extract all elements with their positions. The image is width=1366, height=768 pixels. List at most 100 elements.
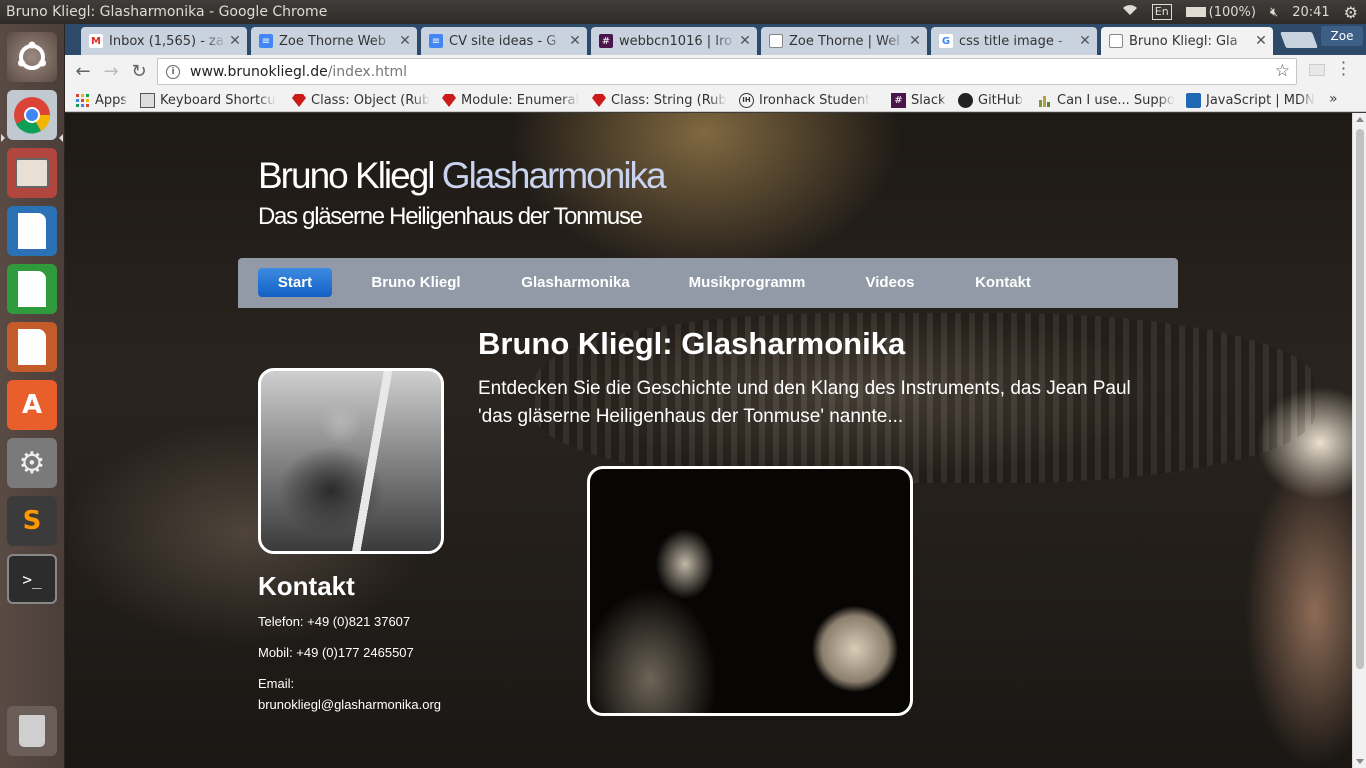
- tab-google-search[interactable]: G css title image - ✕: [931, 27, 1097, 55]
- close-icon[interactable]: ✕: [1077, 33, 1093, 49]
- site-title[interactable]: Bruno Kliegl Glasharmonika: [258, 155, 667, 197]
- libreoffice-impress-icon[interactable]: [7, 322, 57, 372]
- bookmark-label: Apps: [95, 92, 128, 108]
- bookmark-ruby-string[interactable]: Class: String (Rub: [591, 91, 731, 109]
- more-bookmarks-chevron-icon[interactable]: »: [1329, 91, 1338, 107]
- forward-arrow-icon[interactable]: →: [97, 58, 125, 86]
- settings-gear-icon[interactable]: ⚙: [1344, 3, 1358, 22]
- contact-email[interactable]: brunokliegl@glasharmonika.org: [258, 697, 441, 712]
- profile-button[interactable]: Zoe: [1321, 26, 1363, 46]
- nav-glasharmonika[interactable]: Glasharmonika: [518, 268, 633, 297]
- bookmark-label: Slack: [911, 92, 946, 108]
- tab-docs-2[interactable]: ≡ CV site ideas - G ✕: [421, 27, 587, 55]
- trash-icon[interactable]: [7, 706, 57, 756]
- chrome-icon[interactable]: [7, 90, 57, 140]
- bookmark-label: Can I use... Suppo: [1057, 92, 1175, 108]
- scroll-down-arrow-icon[interactable]: [1356, 759, 1364, 764]
- close-icon[interactable]: ✕: [1253, 33, 1269, 49]
- page-heading: Bruno Kliegl: Glasharmonika: [478, 326, 906, 361]
- bookmark-label: JavaScript | MDN: [1206, 92, 1315, 108]
- close-icon[interactable]: ✕: [227, 33, 243, 49]
- battery-percent: (100%): [1208, 4, 1256, 20]
- bookmark-mdn[interactable]: JavaScript | MDN: [1186, 91, 1326, 109]
- nav-start[interactable]: Start: [258, 268, 332, 297]
- site-title-name: Bruno Kliegl: [258, 155, 442, 196]
- tab-label: Zoe Thorne | Wel: [789, 33, 900, 49]
- docs-icon: ≡: [259, 34, 273, 48]
- clock[interactable]: 20:41: [1292, 5, 1329, 20]
- bookmark-label: GitHub: [978, 92, 1024, 108]
- contact-phone: Telefon: +49 (0)821 37607: [258, 614, 411, 629]
- ubuntu-top-panel: Bruno Kliegl: Glasharmonika - Google Chr…: [0, 0, 1366, 24]
- google-icon: G: [939, 34, 953, 48]
- libreoffice-calc-icon[interactable]: [7, 264, 57, 314]
- terminal-icon[interactable]: >_: [7, 554, 57, 604]
- extension-icon[interactable]: [1309, 64, 1325, 76]
- contact-heading: Kontakt: [258, 571, 355, 601]
- bookmark-apps[interactable]: Apps: [75, 91, 135, 109]
- chrome-menu-icon[interactable]: · · ·: [1341, 55, 1346, 83]
- keyboard-layout-indicator[interactable]: En: [1151, 4, 1172, 20]
- browser-toolbar: ← → ↻ i www.brunokliegl.de/index.html ☆: [65, 55, 1366, 88]
- ubuntu-software-icon[interactable]: A: [7, 380, 57, 430]
- new-tab-button[interactable]: [1280, 32, 1318, 48]
- system-settings-icon[interactable]: ⚙: [7, 438, 57, 488]
- url-host: www.brunokliegl.de: [190, 63, 328, 80]
- chrome-window: M Inbox (1,565) - za ✕ ≡ Zoe Thorne Web …: [65, 24, 1366, 768]
- bookmark-keyboard-shortcuts[interactable]: Keyboard Shortcu: [140, 91, 282, 109]
- bookmark-slack[interactable]: # Slack: [891, 91, 951, 109]
- apps-grid-icon: [75, 93, 90, 108]
- mdn-icon: [1186, 92, 1201, 108]
- slack-icon: #: [599, 34, 613, 48]
- bookmark-ruby-object[interactable]: Class: Object (Rub: [291, 91, 431, 109]
- bookmark-star-icon[interactable]: ☆: [1275, 61, 1290, 81]
- battery-indicator[interactable]: (100%): [1185, 4, 1256, 20]
- bookmark-caniuse[interactable]: Can I use... Suppo: [1037, 91, 1177, 109]
- close-icon[interactable]: ✕: [567, 33, 583, 49]
- nav-kontakt[interactable]: Kontakt: [971, 268, 1035, 297]
- site-subtitle: Das gläserne Heiligenhaus der Tonmuse: [258, 203, 643, 230]
- close-icon[interactable]: ✕: [737, 33, 753, 49]
- nav-musikprogramm[interactable]: Musikprogramm: [686, 268, 808, 297]
- back-arrow-icon[interactable]: ←: [69, 58, 97, 86]
- tab-zoe-thorne[interactable]: Zoe Thorne | Wel ✕: [761, 27, 927, 55]
- keyboard-icon: [140, 92, 155, 108]
- files-icon[interactable]: [7, 148, 57, 198]
- main-navigation: Start Bruno Kliegl Glasharmonika Musikpr…: [238, 258, 1178, 308]
- ubuntu-dash-icon[interactable]: [7, 32, 57, 82]
- ruby-icon: [441, 93, 456, 108]
- indicator-area: En (100%) 🔇︎ 20:41 ⚙: [1122, 0, 1358, 24]
- wifi-icon[interactable]: [1122, 4, 1138, 20]
- tab-strip: M Inbox (1,565) - za ✕ ≡ Zoe Thorne Web …: [65, 24, 1366, 55]
- tab-label: Bruno Kliegl: Gla: [1129, 33, 1238, 49]
- nav-videos[interactable]: Videos: [860, 268, 920, 297]
- tab-slack[interactable]: # webbcn1016 | Iro ✕: [591, 27, 757, 55]
- reload-icon[interactable]: ↻: [125, 58, 153, 86]
- tab-active[interactable]: Bruno Kliegl: Gla ✕: [1101, 27, 1273, 55]
- tab-label: css title image -: [959, 33, 1063, 49]
- tab-label: Zoe Thorne Web: [279, 33, 386, 49]
- site-info-icon[interactable]: i: [166, 64, 180, 79]
- scrollbar-thumb[interactable]: [1356, 129, 1364, 669]
- address-bar[interactable]: i www.brunokliegl.de/index.html ☆: [157, 58, 1297, 85]
- tab-docs-1[interactable]: ≡ Zoe Thorne Web ✕: [251, 27, 417, 55]
- tab-label: Inbox (1,565) - za: [109, 33, 224, 49]
- bookmarks-bar: Apps Keyboard Shortcu Class: Object (Rub…: [65, 88, 1366, 112]
- sublime-text-icon[interactable]: S: [7, 496, 57, 546]
- intro-text: Entdecken Sie die Geschichte und den Kla…: [478, 378, 1131, 427]
- bookmark-ironhack[interactable]: IH Ironhack Student: [739, 91, 879, 109]
- bookmark-label: Module: Enumeral: [461, 92, 580, 108]
- volume-muted-icon[interactable]: 🔇︎: [1270, 5, 1278, 20]
- tab-gmail[interactable]: M Inbox (1,565) - za ✕: [81, 27, 247, 55]
- bookmark-label: Keyboard Shortcu: [160, 92, 276, 108]
- nav-bruno-kliegl[interactable]: Bruno Kliegl: [366, 268, 466, 297]
- scroll-up-arrow-icon[interactable]: [1356, 117, 1364, 122]
- libreoffice-writer-icon[interactable]: [7, 206, 57, 256]
- bookmark-label: Class: String (Rub: [611, 92, 727, 108]
- close-icon[interactable]: ✕: [397, 33, 413, 49]
- bookmark-ruby-enumerable[interactable]: Module: Enumeral: [441, 91, 581, 109]
- page-viewport: Bruno Kliegl Glasharmonika Das gläserne …: [65, 113, 1352, 768]
- page-scrollbar[interactable]: [1352, 113, 1366, 768]
- close-icon[interactable]: ✕: [907, 33, 923, 49]
- bookmark-github[interactable]: GitHub: [958, 91, 1028, 109]
